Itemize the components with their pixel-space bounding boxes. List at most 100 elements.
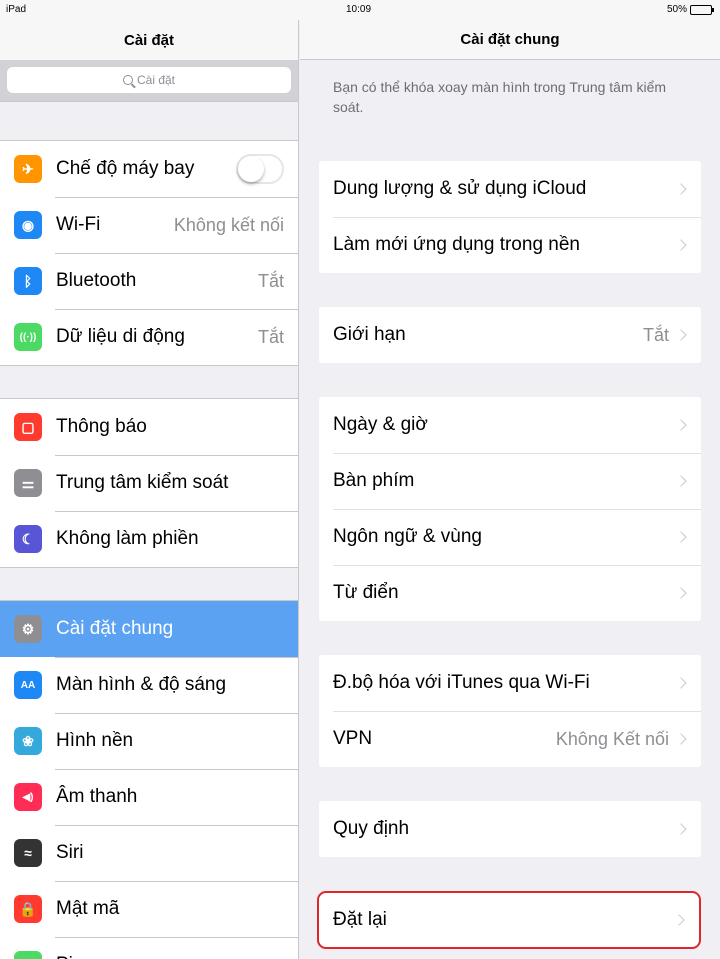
sidebar-item-wifi[interactable]: ◉ Wi-Fi Không kết nối bbox=[0, 197, 298, 253]
settings-row[interactable]: Đ.bộ hóa với iTunes qua Wi-Fi bbox=[319, 655, 701, 711]
sidebar-item-notifications[interactable]: ▢ Thông báo bbox=[0, 399, 298, 455]
device-name: iPad bbox=[6, 4, 27, 15]
chevron-right-icon bbox=[675, 475, 687, 487]
settings-row[interactable]: Bàn phím bbox=[319, 453, 701, 509]
general-settings-pane: Cài đặt chung Bạn có thể khóa xoay màn h… bbox=[300, 20, 720, 959]
wifi-icon: ◉ bbox=[14, 211, 42, 239]
search-bar: Cài đặt bbox=[0, 60, 298, 102]
settings-group: Dung lượng & sử dụng iCloud Làm mới ứng d… bbox=[319, 161, 701, 273]
sidebar-item-bluetooth[interactable]: ᛒ Bluetooth Tắt bbox=[0, 253, 298, 309]
airplane-mode-toggle[interactable] bbox=[236, 154, 284, 184]
sidebar-item-label: Hình nền bbox=[56, 730, 134, 751]
sidebar-item-label: Trung tâm kiểm soát bbox=[56, 472, 229, 493]
settings-group: Quy định bbox=[319, 801, 701, 857]
sidebar-item-label: Màn hình & độ sáng bbox=[56, 674, 227, 695]
sidebar-item-label: Âm thanh bbox=[56, 786, 138, 807]
settings-row-label: Ngôn ngữ & vùng bbox=[333, 526, 482, 547]
sidebar-item-sound[interactable]: ◀) Âm thanh bbox=[0, 769, 298, 825]
sidebar-item-label: Cài đặt chung bbox=[56, 618, 174, 639]
sidebar-item-label: Wi-Fi bbox=[56, 214, 101, 235]
sidebar-item-label: Bluetooth bbox=[56, 270, 137, 291]
sidebar-item-cellular[interactable]: ((·)) Dữ liệu di động Tắt bbox=[0, 309, 298, 365]
rotation-lock-note: Bạn có thể khóa xoay màn hình trong Trun… bbox=[333, 79, 667, 115]
settings-row[interactable]: Dung lượng & sử dụng iCloud bbox=[319, 161, 701, 217]
sidebar-item-value: Tắt bbox=[257, 270, 284, 291]
settings-row[interactable]: Từ điển bbox=[319, 565, 701, 621]
settings-row-label: Giới hạn bbox=[333, 324, 406, 345]
settings-row[interactable]: Đặt lại bbox=[319, 893, 699, 947]
sidebar-item-label: Thông báo bbox=[56, 416, 147, 437]
chevron-right-icon bbox=[673, 914, 685, 926]
settings-row-label: Ngày & giờ bbox=[333, 414, 428, 435]
sidebar-item-label: Không làm phiền bbox=[56, 528, 199, 549]
sidebar-item-airplane[interactable]: ✈ Chế độ máy bay bbox=[0, 141, 298, 197]
settings-row[interactable]: Quy định bbox=[319, 801, 701, 857]
battery-icon bbox=[690, 4, 714, 15]
sidebar-item-lock[interactable]: 🔒 Mật mã bbox=[0, 881, 298, 937]
sidebar-item-label: Siri bbox=[56, 842, 84, 863]
lock-icon: 🔒 bbox=[14, 895, 42, 923]
chevron-right-icon bbox=[675, 587, 687, 599]
sidebar-item-siri[interactable]: ≈ Siri bbox=[0, 825, 298, 881]
sidebar-group: ⚙ Cài đặt chung AA Màn hình & độ sáng ❀ Hình … bbox=[0, 600, 298, 959]
reset-highlight-box: Đặt lại bbox=[317, 891, 701, 949]
settings-row[interactable]: Ngôn ngữ & vùng bbox=[319, 509, 701, 565]
search-placeholder: Cài đặt bbox=[136, 73, 176, 87]
siri-icon: ≈ bbox=[14, 839, 42, 867]
cellular-icon: ((·)) bbox=[14, 323, 42, 351]
settings-row-label: VPN bbox=[333, 728, 373, 749]
settings-row-label: Đ.bộ hóa với iTunes qua Wi-Fi bbox=[333, 672, 590, 693]
display-icon: AA bbox=[14, 671, 42, 699]
sidebar-title: Cài đặt bbox=[0, 20, 298, 60]
settings-row-label: Quy định bbox=[333, 818, 410, 839]
settings-row-label: Từ điển bbox=[333, 582, 399, 603]
settings-row[interactable]: Ngày & giờ bbox=[319, 397, 701, 453]
airplane-icon: ✈ bbox=[14, 155, 42, 183]
chevron-right-icon bbox=[675, 823, 687, 835]
settings-row-label: Bàn phím bbox=[333, 470, 415, 491]
notifications-icon: ▢ bbox=[14, 413, 42, 441]
settings-row[interactable]: Giới hạn Tắt bbox=[319, 307, 701, 363]
battery-status: 50% bbox=[666, 4, 714, 15]
settings-row-label: Làm mới ứng dụng trong nền bbox=[333, 234, 580, 255]
settings-row-value: Không Kết nối bbox=[555, 728, 669, 749]
sidebar-item-control-center[interactable]: ⚌ Trung tâm kiểm soát bbox=[0, 455, 298, 511]
settings-group: Ngày & giờ Bàn phím Ngôn ngữ & vùng Từ điển bbox=[319, 397, 701, 621]
sidebar-item-display[interactable]: AA Màn hình & độ sáng bbox=[0, 657, 298, 713]
settings-row[interactable]: VPN Không Kết nối bbox=[319, 711, 701, 767]
sidebar-item-battery[interactable]: ▭ Pin bbox=[0, 937, 298, 959]
settings-row-label: Đặt lại bbox=[333, 909, 387, 930]
settings-group: Đ.bộ hóa với iTunes qua Wi-Fi VPN Không Kế… bbox=[319, 655, 701, 767]
settings-group: Giới hạn Tắt bbox=[319, 307, 701, 363]
search-input[interactable]: Cài đặt bbox=[7, 67, 291, 93]
wallpaper-icon: ❀ bbox=[14, 727, 42, 755]
control-center-icon: ⚌ bbox=[14, 469, 42, 497]
sidebar-item-value: Không kết nối bbox=[173, 214, 284, 235]
settings-sidebar: Cài đặt Cài đặt ✈ Chế độ máy bay ◉ Wi-Fi Khô… bbox=[0, 20, 299, 959]
status-bar: iPad 10:09 50% bbox=[0, 0, 720, 20]
chevron-right-icon bbox=[675, 531, 687, 543]
sidebar-group: ▢ Thông báo ⚌ Trung tâm kiểm soát ☾ Không làm… bbox=[0, 398, 298, 568]
sidebar-item-label: Chế độ máy bay bbox=[56, 158, 195, 179]
sidebar-item-label: Mật mã bbox=[56, 898, 120, 919]
bluetooth-icon: ᛒ bbox=[14, 267, 42, 295]
chevron-right-icon bbox=[675, 239, 687, 251]
sidebar-item-gear[interactable]: ⚙ Cài đặt chung bbox=[0, 601, 298, 657]
detail-title: Cài đặt chung bbox=[300, 20, 720, 60]
chevron-right-icon bbox=[675, 419, 687, 431]
search-icon bbox=[122, 75, 133, 85]
clock: 10:09 bbox=[346, 4, 372, 15]
sidebar-item-value: Tắt bbox=[257, 326, 284, 347]
chevron-right-icon bbox=[675, 183, 687, 195]
sidebar-group: ✈ Chế độ máy bay ◉ Wi-Fi Không kết nối ᛒ Bluet… bbox=[0, 140, 298, 366]
sound-icon: ◀) bbox=[14, 783, 42, 811]
gear-icon: ⚙ bbox=[14, 615, 42, 643]
sidebar-item-wallpaper[interactable]: ❀ Hình nền bbox=[0, 713, 298, 769]
chevron-right-icon bbox=[675, 329, 687, 341]
sidebar-item-label: Dữ liệu di động bbox=[56, 326, 185, 347]
sidebar-item-label: Pin bbox=[56, 954, 284, 959]
sidebar-item-moon[interactable]: ☾ Không làm phiền bbox=[0, 511, 298, 567]
battery-percent: 50% bbox=[666, 4, 687, 15]
settings-row[interactable]: Làm mới ứng dụng trong nền bbox=[319, 217, 701, 273]
moon-icon: ☾ bbox=[14, 525, 42, 553]
